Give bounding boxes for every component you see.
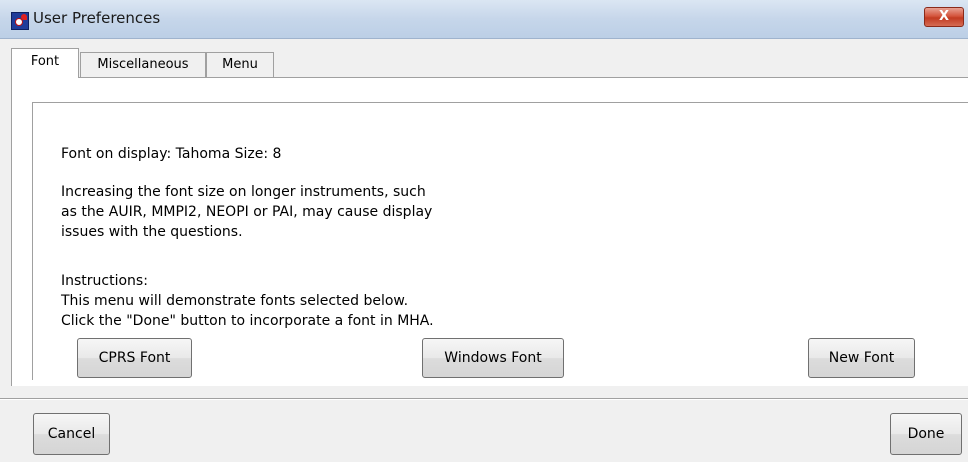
close-icon: X [938,9,950,24]
font-on-display-label: Font on display: Tahoma Size: 8 [61,146,282,162]
windows-font-button[interactable]: Windows Font [422,338,564,378]
window-title: User Preferences [33,9,161,27]
instructions-heading: Instructions: [61,273,148,289]
cancel-button[interactable]: Cancel [33,413,110,455]
footer-divider [0,398,968,400]
instructions-text: Instructions: This menu will demonstrate… [61,271,434,331]
instructions-line: Click the "Done" button to incorporate a… [61,313,434,329]
user-preferences-dialog: User Preferences X Font Miscellaneous Me… [0,0,968,462]
tab-menu[interactable]: Menu [206,52,274,78]
warning-line: as the AUIR, MMPI2, NEOPI or PAI, may ca… [61,204,433,220]
app-icon [11,12,29,30]
new-font-button[interactable]: New Font [808,338,915,378]
title-bar[interactable]: User Preferences X [0,0,968,39]
warning-line: Increasing the font size on longer instr… [61,184,426,200]
tab-font[interactable]: Font [11,48,79,78]
instructions-line: This menu will demonstrate fonts selecte… [61,293,409,309]
font-size-warning: Increasing the font size on longer instr… [61,182,432,242]
tab-miscellaneous[interactable]: Miscellaneous [80,52,206,78]
warning-line: issues with the questions. [61,224,243,240]
done-button[interactable]: Done [890,413,962,455]
close-button[interactable]: X [924,7,964,27]
app-icon-flame [21,14,27,20]
cprs-font-button[interactable]: CPRS Font [77,338,192,378]
